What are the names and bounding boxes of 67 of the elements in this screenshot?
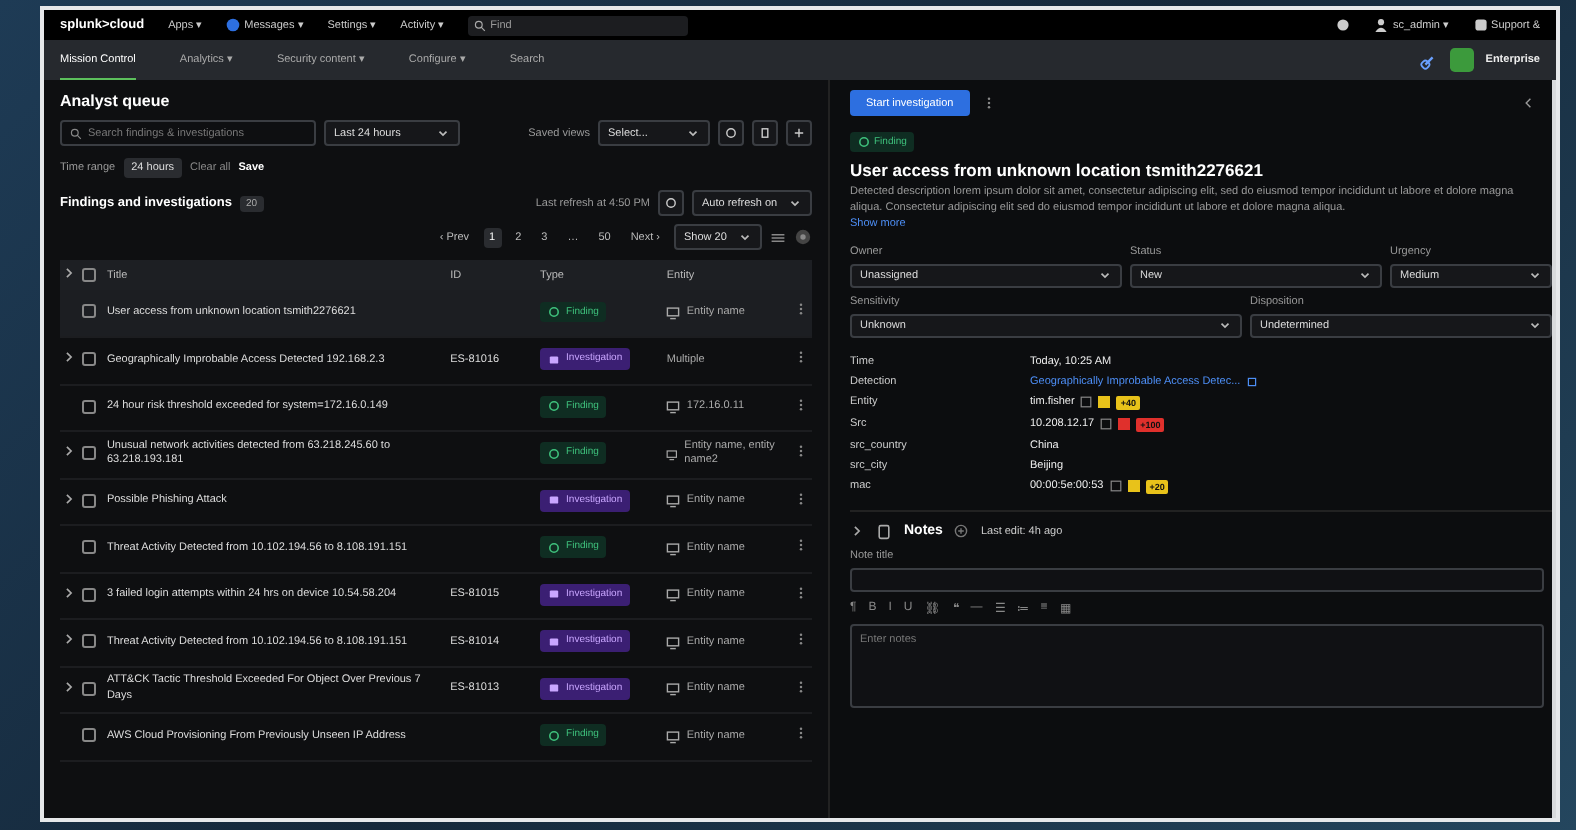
chevron-icon[interactable] [850, 524, 864, 539]
chevron-icon[interactable] [62, 632, 76, 647]
checkbox[interactable] [82, 399, 97, 414]
finding-icon [548, 541, 561, 554]
add-icon[interactable] [954, 524, 969, 539]
checkbox[interactable] [82, 493, 97, 508]
investigation-icon [548, 353, 561, 366]
caret-icon [788, 196, 802, 210]
app-icon[interactable] [1449, 48, 1474, 72]
icon-button[interactable] [752, 120, 778, 146]
checkbox[interactable] [82, 681, 97, 696]
monitor-icon [666, 588, 681, 603]
note-title-field[interactable] [850, 567, 1544, 592]
monitor-icon [666, 400, 681, 415]
monitor-icon [666, 729, 681, 744]
chevron-icon[interactable] [62, 444, 76, 459]
checkbox[interactable] [82, 352, 97, 367]
monitor-icon [666, 447, 679, 462]
page-title: Analyst queue [60, 92, 172, 110]
chevron-icon[interactable] [62, 491, 76, 506]
add-icon [792, 126, 806, 140]
finding-icon [858, 136, 870, 148]
message-icon [226, 18, 241, 32]
caret-icon [1358, 268, 1372, 283]
refresh-button[interactable] [658, 190, 684, 216]
checkbox[interactable] [82, 728, 97, 743]
investigation-icon [548, 682, 561, 695]
caret-icon [1218, 318, 1232, 333]
caret-icon [1098, 268, 1112, 283]
checkbox[interactable] [82, 540, 97, 555]
collapse-icon[interactable] [1522, 96, 1536, 110]
finding-icon [548, 729, 561, 742]
finding-icon [548, 305, 561, 318]
icon-button[interactable] [718, 120, 744, 146]
finding-icon [548, 447, 561, 460]
monitor-icon [666, 635, 681, 650]
search-icon [70, 127, 82, 139]
checkbox[interactable] [82, 634, 97, 649]
finding-icon [548, 400, 561, 413]
detail-title: User access from unknown location tsmith2276621 [850, 160, 1265, 180]
refresh-icon [724, 126, 738, 140]
checkbox[interactable] [82, 587, 97, 602]
investigation-icon [548, 588, 561, 601]
search-icon [474, 19, 487, 31]
monitor-icon [666, 494, 681, 509]
chevron-icon[interactable] [62, 585, 76, 600]
refresh-icon [664, 196, 678, 210]
caret-icon [686, 126, 700, 140]
monitor-icon [666, 305, 681, 320]
checkbox[interactable] [82, 268, 97, 282]
monitor-icon [666, 682, 681, 697]
checkbox[interactable] [82, 304, 97, 319]
chevron-icon[interactable] [62, 679, 76, 694]
user-icon [1374, 18, 1389, 32]
monitor-icon [666, 541, 681, 556]
caret-icon [738, 230, 752, 244]
icon-button[interactable] [786, 120, 812, 146]
notes-icon [876, 523, 892, 540]
caret-icon [1528, 318, 1542, 333]
caret-icon [436, 126, 450, 140]
investigation-icon [548, 494, 561, 507]
columns-icon[interactable] [770, 229, 786, 245]
caret-icon [1528, 268, 1542, 283]
checkbox[interactable] [82, 446, 97, 461]
chevron-icon[interactable] [62, 266, 76, 280]
chevron-icon[interactable] [62, 350, 76, 365]
investigation-icon [548, 635, 561, 648]
